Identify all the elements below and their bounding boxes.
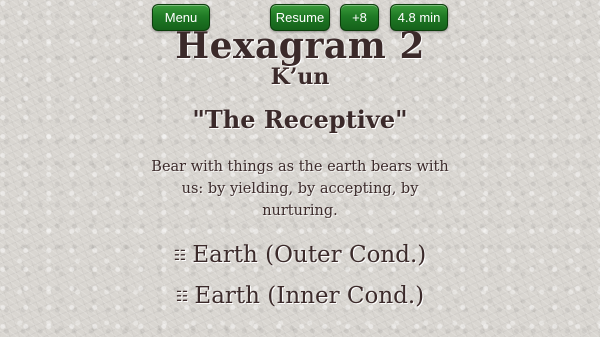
hexagram-description: Bear with things as the earth bears with…: [151, 159, 449, 219]
earth-trigram-icon: ☷: [175, 289, 189, 305]
trigram-inner-link[interactable]: ☷ Earth (Inner Cond.): [0, 281, 600, 312]
hexagram-romanization: K’un: [270, 64, 330, 90]
hexagram-name: "The Receptive": [192, 105, 408, 134]
earth-trigram-icon: ☷: [173, 248, 187, 264]
trigram-outer-label: Earth (Outer Cond.): [192, 242, 427, 268]
trigram-outer-link[interactable]: ☷ Earth (Outer Cond.): [0, 240, 600, 271]
trigram-inner-label: Earth (Inner Cond.): [194, 283, 425, 309]
hexagram-title: Hexagram 2: [175, 25, 425, 67]
